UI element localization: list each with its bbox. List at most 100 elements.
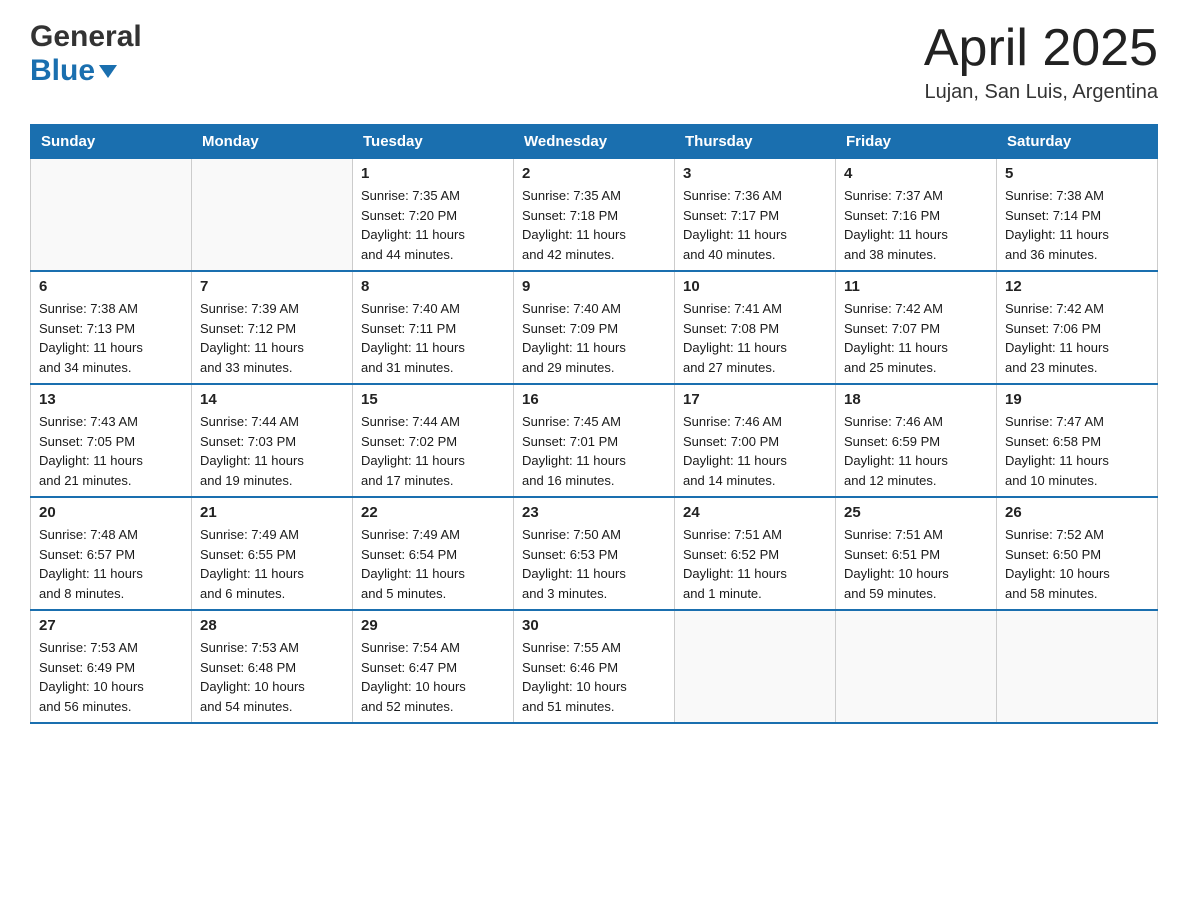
day-info: Sunrise: 7:46 AM Sunset: 6:59 PM Dayligh…	[844, 412, 988, 490]
day-number: 24	[683, 504, 827, 521]
day-number: 2	[522, 165, 666, 182]
calendar-cell: 30 Sunrise: 7:55 AM Sunset: 6:46 PM Dayli…	[514, 610, 675, 723]
day-info: Sunrise: 7:43 AM Sunset: 7:05 PM Dayligh…	[39, 412, 183, 490]
calendar-cell: 4Sunrise: 7:37 AM Sunset: 7:16 PM Daylig…	[836, 159, 997, 272]
day-number: 13	[39, 391, 183, 408]
day-number: 27	[39, 617, 183, 634]
calendar-cell: 10 Sunrise: 7:41 AM Sunset: 7:08 PM Dayli…	[675, 271, 836, 384]
calendar-cell: 24 Sunrise: 7:51 AM Sunset: 6:52 PM Dayli…	[675, 497, 836, 610]
calendar-cell: 21Sunrise: 7:49 AM Sunset: 6:55 PM Dayli…	[192, 497, 353, 610]
day-info: Sunrise: 7:53 AM Sunset: 6:48 PM Dayligh…	[200, 638, 344, 716]
day-number: 23	[522, 504, 666, 521]
calendar-cell: 9Sunrise: 7:40 AM Sunset: 7:09 PM Daylig…	[514, 271, 675, 384]
calendar-cell: 6 Sunrise: 7:38 AM Sunset: 7:13 PM Daylig…	[31, 271, 192, 384]
calendar-cell: 29 Sunrise: 7:54 AM Sunset: 6:47 PM Dayli…	[353, 610, 514, 723]
location-title: Lujan, San Luis, Argentina	[924, 81, 1158, 104]
week-row-3: 13 Sunrise: 7:43 AM Sunset: 7:05 PM Dayli…	[31, 384, 1158, 497]
day-info: Sunrise: 7:39 AM Sunset: 7:12 PM Dayligh…	[200, 299, 344, 377]
day-info: Sunrise: 7:38 AM Sunset: 7:14 PM Dayligh…	[1005, 186, 1149, 264]
day-number: 9	[522, 278, 666, 295]
day-number: 12	[1005, 278, 1149, 295]
day-number: 15	[361, 391, 505, 408]
logo-triangle-icon	[99, 65, 117, 78]
day-number: 17	[683, 391, 827, 408]
day-info: Sunrise: 7:38 AM Sunset: 7:13 PM Dayligh…	[39, 299, 183, 377]
weekday-header-row: SundayMondayTuesdayWednesdayThursdayFrid…	[31, 125, 1158, 159]
calendar-cell: 11 Sunrise: 7:42 AM Sunset: 7:07 PM Dayli…	[836, 271, 997, 384]
day-info: Sunrise: 7:48 AM Sunset: 6:57 PM Dayligh…	[39, 525, 183, 603]
weekday-header-thursday: Thursday	[675, 125, 836, 159]
day-number: 18	[844, 391, 988, 408]
logo: General Blue	[30, 20, 142, 88]
logo-general: General	[30, 20, 142, 54]
day-number: 30	[522, 617, 666, 634]
day-number: 11	[844, 278, 988, 295]
calendar-cell: 17 Sunrise: 7:46 AM Sunset: 7:00 PM Dayli…	[675, 384, 836, 497]
day-number: 7	[200, 278, 344, 295]
day-number: 16	[522, 391, 666, 408]
day-info: Sunrise: 7:49 AM Sunset: 6:55 PM Dayligh…	[200, 525, 344, 603]
calendar-cell: 2 Sunrise: 7:35 AM Sunset: 7:18 PM Daylig…	[514, 159, 675, 272]
day-info: Sunrise: 7:46 AM Sunset: 7:00 PM Dayligh…	[683, 412, 827, 490]
calendar-cell	[675, 610, 836, 723]
calendar-cell: 13 Sunrise: 7:43 AM Sunset: 7:05 PM Dayli…	[31, 384, 192, 497]
day-info: Sunrise: 7:42 AM Sunset: 7:07 PM Dayligh…	[844, 299, 988, 377]
day-number: 8	[361, 278, 505, 295]
weekday-header-friday: Friday	[836, 125, 997, 159]
calendar-cell	[192, 159, 353, 272]
day-info: Sunrise: 7:44 AM Sunset: 7:03 PM Dayligh…	[200, 412, 344, 490]
calendar-cell: 1Sunrise: 7:35 AM Sunset: 7:20 PM Daylig…	[353, 159, 514, 272]
calendar-cell: 15 Sunrise: 7:44 AM Sunset: 7:02 PM Dayli…	[353, 384, 514, 497]
calendar-cell: 8 Sunrise: 7:40 AM Sunset: 7:11 PM Daylig…	[353, 271, 514, 384]
day-info: Sunrise: 7:50 AM Sunset: 6:53 PM Dayligh…	[522, 525, 666, 603]
day-info: Sunrise: 7:51 AM Sunset: 6:51 PM Dayligh…	[844, 525, 988, 603]
week-row-5: 27 Sunrise: 7:53 AM Sunset: 6:49 PM Dayli…	[31, 610, 1158, 723]
day-number: 6	[39, 278, 183, 295]
day-number: 3	[683, 165, 827, 182]
day-number: 14	[200, 391, 344, 408]
logo-blue: Blue	[30, 54, 142, 88]
calendar-cell: 25 Sunrise: 7:51 AM Sunset: 6:51 PM Dayli…	[836, 497, 997, 610]
calendar-table: SundayMondayTuesdayWednesdayThursdayFrid…	[30, 124, 1158, 724]
day-info: Sunrise: 7:55 AM Sunset: 6:46 PM Dayligh…	[522, 638, 666, 716]
weekday-header-sunday: Sunday	[31, 125, 192, 159]
calendar-cell: 18 Sunrise: 7:46 AM Sunset: 6:59 PM Dayli…	[836, 384, 997, 497]
day-info: Sunrise: 7:35 AM Sunset: 7:18 PM Dayligh…	[522, 186, 666, 264]
month-title: April 2025	[924, 20, 1158, 77]
day-info: Sunrise: 7:49 AM Sunset: 6:54 PM Dayligh…	[361, 525, 505, 603]
calendar-cell: 5Sunrise: 7:38 AM Sunset: 7:14 PM Daylig…	[997, 159, 1158, 272]
page-header: General Blue April 2025 Lujan, San Luis,…	[30, 20, 1158, 104]
day-number: 4	[844, 165, 988, 182]
day-number: 1	[361, 165, 505, 182]
day-info: Sunrise: 7:45 AM Sunset: 7:01 PM Dayligh…	[522, 412, 666, 490]
day-number: 10	[683, 278, 827, 295]
calendar-cell: 14 Sunrise: 7:44 AM Sunset: 7:03 PM Dayli…	[192, 384, 353, 497]
day-info: Sunrise: 7:40 AM Sunset: 7:11 PM Dayligh…	[361, 299, 505, 377]
calendar-cell: 28Sunrise: 7:53 AM Sunset: 6:48 PM Dayli…	[192, 610, 353, 723]
calendar-cell: 12 Sunrise: 7:42 AM Sunset: 7:06 PM Dayli…	[997, 271, 1158, 384]
title-block: April 2025 Lujan, San Luis, Argentina	[924, 20, 1158, 104]
day-info: Sunrise: 7:52 AM Sunset: 6:50 PM Dayligh…	[1005, 525, 1149, 603]
weekday-header-tuesday: Tuesday	[353, 125, 514, 159]
day-info: Sunrise: 7:36 AM Sunset: 7:17 PM Dayligh…	[683, 186, 827, 264]
day-info: Sunrise: 7:41 AM Sunset: 7:08 PM Dayligh…	[683, 299, 827, 377]
week-row-1: 1Sunrise: 7:35 AM Sunset: 7:20 PM Daylig…	[31, 159, 1158, 272]
day-info: Sunrise: 7:51 AM Sunset: 6:52 PM Dayligh…	[683, 525, 827, 603]
day-info: Sunrise: 7:44 AM Sunset: 7:02 PM Dayligh…	[361, 412, 505, 490]
weekday-header-wednesday: Wednesday	[514, 125, 675, 159]
calendar-cell: 19Sunrise: 7:47 AM Sunset: 6:58 PM Dayli…	[997, 384, 1158, 497]
day-info: Sunrise: 7:54 AM Sunset: 6:47 PM Dayligh…	[361, 638, 505, 716]
calendar-cell	[31, 159, 192, 272]
day-number: 26	[1005, 504, 1149, 521]
calendar-cell: 20Sunrise: 7:48 AM Sunset: 6:57 PM Dayli…	[31, 497, 192, 610]
week-row-2: 6 Sunrise: 7:38 AM Sunset: 7:13 PM Daylig…	[31, 271, 1158, 384]
weekday-header-saturday: Saturday	[997, 125, 1158, 159]
calendar-cell: 26 Sunrise: 7:52 AM Sunset: 6:50 PM Dayli…	[997, 497, 1158, 610]
calendar-cell: 27 Sunrise: 7:53 AM Sunset: 6:49 PM Dayli…	[31, 610, 192, 723]
weekday-header-monday: Monday	[192, 125, 353, 159]
calendar-cell	[836, 610, 997, 723]
day-info: Sunrise: 7:42 AM Sunset: 7:06 PM Dayligh…	[1005, 299, 1149, 377]
day-number: 25	[844, 504, 988, 521]
day-info: Sunrise: 7:53 AM Sunset: 6:49 PM Dayligh…	[39, 638, 183, 716]
day-number: 29	[361, 617, 505, 634]
